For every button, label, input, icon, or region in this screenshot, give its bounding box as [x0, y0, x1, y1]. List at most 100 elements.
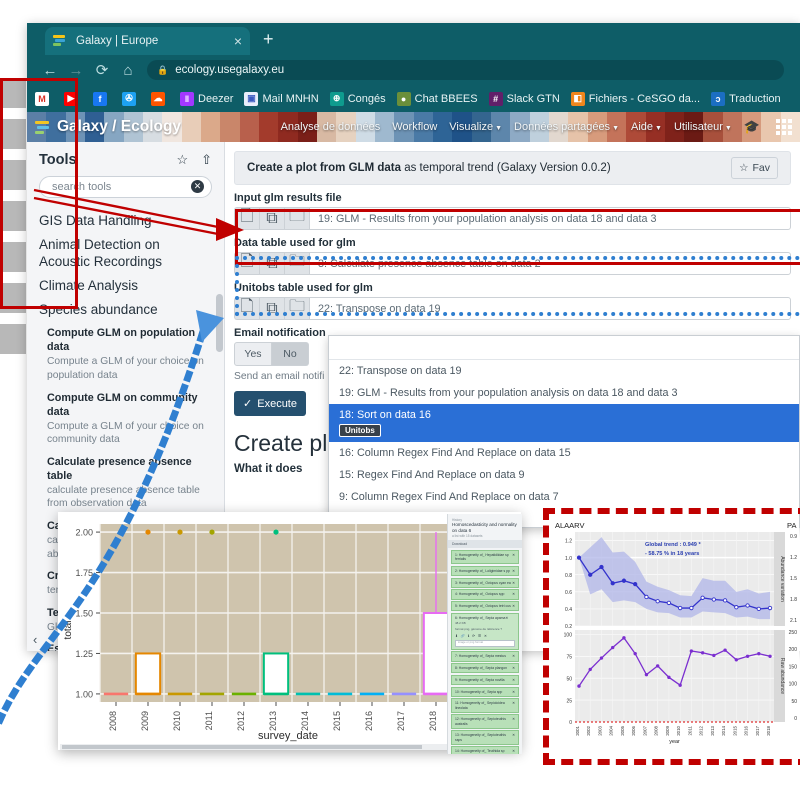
execute-button[interactable]: ✓ Execute — [234, 391, 306, 416]
history-item[interactable]: 6: Homogeneity of_ Sepia apama✕ 48.2 KB fo… — [451, 612, 519, 650]
close-icon[interactable]: ✕ — [512, 690, 515, 694]
tool-list-item[interactable]: Compute GLM on community data Compute a G… — [47, 391, 212, 447]
slide-thumbnail[interactable] — [0, 283, 26, 313]
new-tab-button[interactable]: + — [263, 30, 274, 48]
dataset-icon[interactable]: 🗋 — [234, 207, 259, 230]
dataset-collection-icon[interactable]: 🗀 — [284, 207, 309, 230]
dropdown-search-input[interactable] — [329, 336, 799, 360]
bookmark-item[interactable]: ● Chat BBEES — [396, 91, 478, 106]
grid-apps-icon[interactable] — [776, 119, 792, 135]
dataset-dropdown[interactable]: 22: Transpose on data 19 19: GLM - Result… — [328, 335, 800, 528]
dropdown-option[interactable]: 9: Column Regex Find And Replace on data… — [329, 486, 799, 508]
history-item[interactable]: 12: Homogeneity of_ Sepioteuthis austral… — [451, 714, 519, 729]
close-icon[interactable]: ✕ — [512, 701, 515, 710]
tool-section-header[interactable]: GIS Data Handling — [39, 213, 212, 230]
dropdown-option[interactable]: 19: GLM - Results from your population a… — [329, 382, 799, 404]
close-icon[interactable]: ✕ — [512, 569, 515, 573]
multiple-datasets-icon[interactable]: ⧉ — [259, 252, 284, 275]
home-icon[interactable]: ⌂ — [115, 62, 141, 79]
chevron-left-icon[interactable]: ‹ — [33, 632, 37, 647]
history-item[interactable]: 14: Homogeneity of_ Teuthida sp ✕ — [451, 746, 519, 754]
history-item-actions[interactable]: ⬇ 🔗 ℹ ⟳ ☰ ✕ — [455, 634, 515, 638]
masthead-menu-item[interactable]: Données partagées ▼ — [514, 121, 619, 133]
history-item[interactable]: 1: Homogeneity of_ Hepatidiidae sp ferri… — [451, 549, 519, 565]
multiple-datasets-icon[interactable]: ⧉ — [259, 207, 284, 230]
close-icon[interactable]: ✕ — [512, 553, 515, 562]
slide-thumbnail[interactable] — [0, 242, 26, 272]
favorite-button[interactable]: ☆ Fav — [731, 157, 778, 179]
email-yes-button[interactable]: Yes — [234, 342, 272, 366]
dataset-icon[interactable]: 🗋 — [234, 297, 259, 320]
close-icon[interactable]: ✕ — [512, 678, 515, 682]
close-icon[interactable]: ✕ — [512, 749, 515, 753]
field-value[interactable]: 22: Transpose on data 19 — [309, 297, 791, 320]
field-value[interactable]: 19: GLM - Results from your population a… — [309, 207, 791, 230]
search-input[interactable]: search tools — [39, 176, 212, 198]
masthead-menu-item[interactable]: Utilisateur ▼ — [674, 121, 732, 133]
browser-tab[interactable]: Galaxy | Europe × — [45, 27, 250, 55]
history-item[interactable]: 7: Homogeneity of_ Sepia mestus ✕ — [451, 651, 519, 662]
bookmark-item[interactable]: ▣ Mail MNHN — [244, 91, 319, 106]
history-item[interactable]: 4: Homogeneity of_ Octopus spp ✕ — [451, 589, 519, 600]
bookmark-item[interactable]: f — [93, 91, 111, 106]
tool-panel-scrollbar[interactable] — [216, 294, 223, 352]
graduation-cap-icon[interactable]: 🎓 — [744, 119, 760, 135]
dataset-collection-icon[interactable]: 🗀 — [284, 252, 309, 275]
bookmark-item[interactable]: ⊕ Congés — [329, 91, 386, 106]
star-icon[interactable]: ☆ — [176, 152, 188, 168]
dataset-icon[interactable]: 🗋 — [234, 252, 259, 275]
dropdown-option[interactable]: 22: Transpose on data 19 — [329, 360, 799, 382]
close-icon[interactable]: ✕ — [505, 616, 508, 620]
upload-icon[interactable]: ⇧ — [201, 152, 212, 168]
bookmark-item[interactable]: ▶ — [64, 91, 82, 106]
bookmark-item[interactable]: # Slack GTN — [488, 91, 560, 106]
dropdown-option[interactable]: 18: Sort on data 16 Unitobs — [329, 404, 799, 442]
dropdown-option[interactable]: 15: Regex Find And Replace on data 9 — [329, 464, 799, 486]
masthead-menu-item[interactable]: Visualize ▼ — [449, 121, 502, 133]
slide-thumbnail[interactable] — [0, 324, 26, 354]
galaxy-logo-icon[interactable] — [35, 120, 50, 134]
tool-list-item[interactable]: Compute GLM on population data Compute a … — [47, 326, 212, 382]
close-icon[interactable]: ✕ — [512, 604, 515, 608]
bookmark-item[interactable]: ☁ — [151, 91, 169, 106]
address-bar[interactable]: 🔒 ecology.usegalaxy.eu — [147, 60, 784, 80]
masthead-menu-item[interactable]: Analyse de données — [281, 121, 381, 133]
tool-list-item[interactable]: Calculate presence absence table calculat… — [47, 455, 212, 511]
dataset-collection-icon[interactable]: 🗀 — [284, 297, 309, 320]
close-icon[interactable]: ✕ — [512, 733, 515, 742]
brand-title[interactable]: Galaxy / Ecology — [57, 118, 181, 136]
close-icon[interactable]: ✕ — [512, 592, 515, 596]
tool-section-header[interactable]: Species abundance — [39, 302, 212, 319]
history-item[interactable]: 8: Homogeneity of_ Sepia plangon ✕ — [451, 663, 519, 674]
history-download-button[interactable]: Download — [448, 540, 522, 549]
close-icon[interactable]: ✕ — [512, 717, 515, 726]
close-icon[interactable]: ✕ — [512, 581, 515, 585]
multiple-datasets-icon[interactable]: ⧉ — [259, 297, 284, 320]
history-item[interactable]: 3: Homogeneity of_ Octopus cyan ea ✕ — [451, 577, 519, 588]
bookmark-item[interactable]: ‖ Deezer — [180, 91, 233, 106]
bookmark-item[interactable]: M — [35, 91, 53, 106]
bookmark-item[interactable]: ✇ — [122, 91, 140, 106]
back-icon[interactable]: ← — [37, 62, 63, 79]
masthead-menu-item[interactable]: Workflow — [392, 121, 437, 133]
history-item[interactable]: 9: Homogeneity of_ Sepia novilla ✕ — [451, 674, 519, 686]
tool-section-header[interactable]: Animal Detection on Acoustic Recordings — [39, 237, 212, 271]
history-item[interactable]: 10: Homogeneity of_ Sepia spp ✕ — [451, 686, 519, 697]
email-no-button[interactable]: No — [272, 342, 309, 366]
bookmark-item[interactable]: ◧ Fichiers - CeSGO da... — [570, 91, 700, 106]
history-item[interactable]: 5: Homogeneity of_ Octopus tetri cus ✕ — [451, 601, 519, 612]
close-icon[interactable]: ✕ — [512, 666, 515, 670]
dropdown-option[interactable]: 16: Column Regex Find And Replace on dat… — [329, 442, 799, 464]
close-icon[interactable]: ✕ — [512, 654, 515, 658]
masthead-menu-item[interactable]: Aide ▼ — [631, 121, 662, 133]
history-item[interactable]: 11: Homogeneity of_ Sepioloidea lineolat… — [451, 698, 519, 713]
history-item[interactable]: 2: Homogeneity of_ Loligimidae s pp ✕ — [451, 565, 519, 577]
slide-thumbnail[interactable] — [0, 78, 26, 108]
bookmark-item[interactable]: ɔ Traduction — [711, 91, 781, 106]
slide-thumbnail[interactable] — [0, 201, 26, 231]
close-icon[interactable]: × — [234, 34, 242, 48]
slide-thumbnail[interactable] — [0, 119, 26, 149]
tool-section-header[interactable]: Climate Analysis — [39, 278, 212, 295]
reload-icon[interactable]: ⟳ — [89, 61, 115, 79]
history-item[interactable]: 13: Homogeneity of_ Sepioteuthis ssps ✕ — [451, 730, 519, 745]
